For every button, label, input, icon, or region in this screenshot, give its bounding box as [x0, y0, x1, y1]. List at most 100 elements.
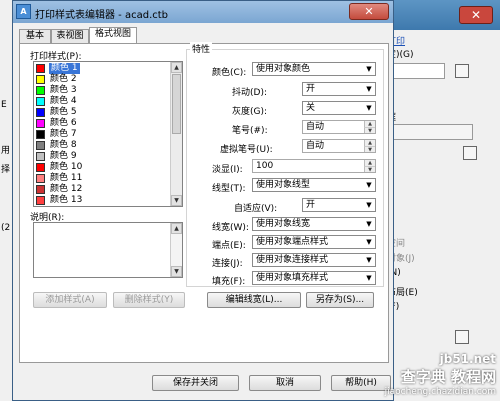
scroll-down-arrow-icon[interactable]: ▼: [171, 195, 182, 206]
list-item[interactable]: 颜色 11: [36, 173, 166, 184]
chevron-down-icon[interactable]: ▼: [363, 218, 375, 230]
list-item[interactable]: 颜色 10: [36, 162, 166, 173]
color-value: 使用对象颜色: [256, 64, 311, 74]
chevron-down-icon[interactable]: ▼: [363, 199, 375, 211]
list-item[interactable]: 颜色 3: [36, 85, 166, 96]
virtual-pen-spinner[interactable]: 自动 ▲ ▼: [302, 139, 376, 153]
lineweight-dropdown[interactable]: 使用对象线宽 ▼: [252, 217, 376, 231]
spin-down-icon[interactable]: ▼: [364, 166, 375, 173]
list-item[interactable]: 颜色 12: [36, 184, 166, 195]
color-swatch: [36, 174, 45, 183]
dialog-title: 打印样式表编辑器 - acad.ctb: [35, 10, 169, 21]
list-item-label: 颜色 1: [49, 63, 80, 74]
plot-styles-list[interactable]: 颜色 1 颜色 2 颜色 3 颜色 4 颜色 5 颜色 6 颜色 7 颜色 8 …: [33, 61, 183, 207]
watermark-line: jb51.net: [439, 352, 496, 366]
edit-lineweights-button[interactable]: 编辑线宽(L)...: [207, 292, 301, 308]
virtual-pen-value: 自动: [306, 141, 325, 151]
delete-style-button[interactable]: 删除样式(Y): [113, 292, 185, 308]
add-style-button[interactable]: 添加样式(A): [33, 292, 107, 308]
list-item-label: 颜色 8: [50, 140, 77, 150]
chevron-down-icon[interactable]: ▼: [363, 236, 375, 248]
background-close-button[interactable]: ✕: [459, 6, 493, 24]
adaptive-label: 自适应(V):: [234, 204, 278, 214]
chevron-down-icon[interactable]: ▼: [363, 179, 375, 191]
help-button[interactable]: 帮助(H): [331, 375, 391, 391]
color-swatch: [36, 64, 45, 73]
background-select: [387, 124, 473, 140]
screening-label: 淡显(I):: [212, 165, 243, 175]
list-item[interactable]: 颜色 6: [36, 118, 166, 129]
fill-dropdown[interactable]: 使用对象填充样式 ▼: [252, 271, 376, 285]
plot-style-table-editor-dialog: A 打印样式表编辑器 - acad.ctb ✕ 基本 表视图 格式视图 打印样式…: [12, 0, 394, 401]
chevron-down-icon[interactable]: ▼: [363, 83, 375, 95]
description-scrollbar[interactable]: ▲ ▼: [170, 223, 182, 277]
pen-number-label: 笔号(#):: [232, 126, 268, 136]
list-item-label: 颜色 13: [50, 195, 83, 205]
spin-down-icon[interactable]: ▼: [364, 146, 375, 153]
linetype-value: 使用对象线型: [256, 180, 311, 190]
color-dropdown[interactable]: 使用对象颜色 ▼: [252, 62, 376, 76]
background-left-label: 择: [1, 165, 11, 175]
color-swatch: [36, 163, 45, 172]
tab-table-view[interactable]: 表视图: [51, 29, 89, 43]
adaptive-dropdown[interactable]: 开 ▼: [302, 198, 376, 212]
line-end-dropdown[interactable]: 使用对象端点样式 ▼: [252, 235, 376, 249]
line-end-label: 端点(E):: [212, 241, 246, 251]
grayscale-dropdown[interactable]: 关 ▼: [302, 101, 376, 115]
color-swatch: [36, 185, 45, 194]
list-item[interactable]: 颜色 9: [36, 151, 166, 162]
color-swatch: [36, 141, 45, 150]
list-item[interactable]: 颜色 13: [36, 195, 166, 206]
scroll-up-arrow-icon[interactable]: ▲: [171, 223, 182, 234]
line-join-dropdown[interactable]: 使用对象连接样式 ▼: [252, 253, 376, 267]
autocad-app-icon: A: [16, 4, 31, 19]
scroll-down-arrow-icon[interactable]: ▼: [171, 266, 182, 277]
description-textbox[interactable]: ▲ ▼: [33, 222, 183, 278]
spin-down-icon[interactable]: ▼: [364, 127, 375, 134]
pen-number-spinner[interactable]: 自动 ▲ ▼: [302, 120, 376, 134]
chevron-down-icon[interactable]: ▼: [363, 272, 375, 284]
list-item[interactable]: 颜色 1: [36, 63, 166, 74]
color-swatch: [36, 196, 45, 205]
chevron-down-icon[interactable]: ▼: [363, 63, 375, 75]
grayscale-label: 灰度(G):: [232, 107, 268, 117]
background-left-label: E: [1, 100, 7, 110]
watermark-line: jiaocheng.chazidian.com: [384, 387, 496, 397]
cancel-button[interactable]: 取消: [249, 375, 321, 391]
line-join-value: 使用对象连接样式: [256, 255, 329, 265]
save-as-button[interactable]: 另存为(S)...: [306, 292, 374, 308]
form-view-panel: 打印样式(P): 颜色 1 颜色 2 颜色 3 颜色 4 颜色 5 颜色 6 颜…: [19, 42, 389, 363]
list-item[interactable]: 颜色 7: [36, 129, 166, 140]
screening-value: 100: [256, 161, 274, 171]
line-join-label: 连接(J):: [212, 259, 243, 269]
dither-dropdown[interactable]: 开 ▼: [302, 82, 376, 96]
list-item-label: 颜色 5: [50, 107, 77, 117]
tab-general[interactable]: 基本: [19, 29, 51, 43]
tab-form-view[interactable]: 格式视图: [89, 27, 137, 43]
line-end-value: 使用对象端点样式: [256, 237, 329, 247]
properties-title: 特性: [190, 42, 213, 55]
screening-spinner[interactable]: 100 ▲ ▼: [252, 159, 376, 173]
list-item[interactable]: 颜色 2: [36, 74, 166, 85]
chevron-down-icon[interactable]: ▼: [363, 102, 375, 114]
color-swatch: [36, 86, 45, 95]
background-edit-icon[interactable]: [455, 64, 469, 78]
close-button[interactable]: ✕: [349, 3, 389, 20]
background-icon: [463, 146, 477, 160]
fill-value: 使用对象填充样式: [256, 273, 329, 283]
linetype-dropdown[interactable]: 使用对象线型 ▼: [252, 178, 376, 192]
watermark-line: 查字典 教程网: [400, 368, 496, 386]
list-item-label: 颜色 4: [50, 96, 77, 106]
dialog-titlebar[interactable]: A 打印样式表编辑器 - acad.ctb ✕: [13, 1, 393, 23]
list-item[interactable]: 颜色 8: [36, 140, 166, 151]
background-select[interactable]: [387, 63, 445, 79]
list-scrollbar[interactable]: ▲ ▼: [170, 62, 182, 206]
save-and-close-button[interactable]: 保存并关闭: [152, 375, 239, 391]
chevron-down-icon[interactable]: ▼: [363, 254, 375, 266]
scroll-thumb[interactable]: [172, 74, 181, 134]
list-item[interactable]: 颜色 4: [36, 96, 166, 107]
scroll-up-arrow-icon[interactable]: ▲: [171, 62, 182, 73]
background-titlebar: ✕: [381, 0, 500, 30]
list-item-label: 颜色 12: [50, 184, 83, 194]
list-item[interactable]: 颜色 5: [36, 107, 166, 118]
